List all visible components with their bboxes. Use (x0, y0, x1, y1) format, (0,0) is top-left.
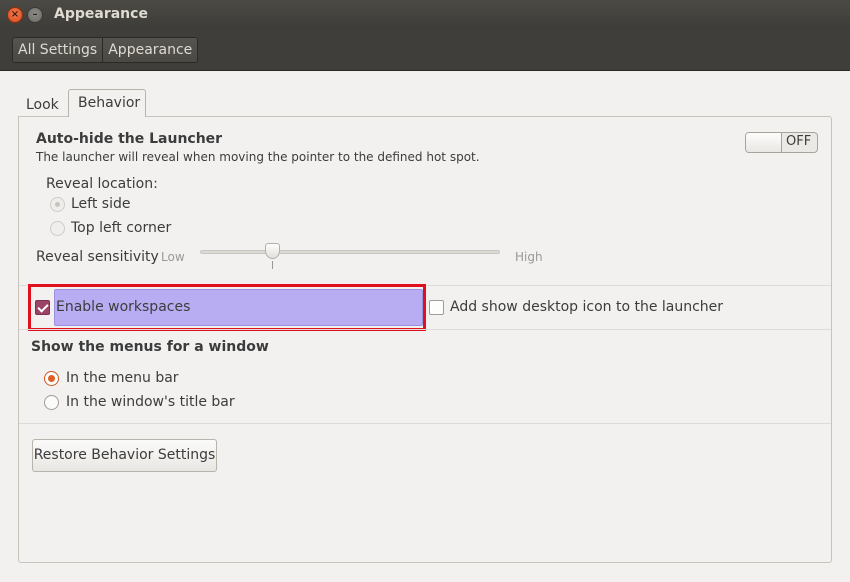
sensitivity-slider[interactable] (200, 250, 500, 254)
close-window-button[interactable]: × (7, 7, 23, 23)
reveal-left-side-radio[interactable] (50, 197, 65, 212)
menus-section-title: Show the menus for a window (31, 339, 269, 355)
sensitivity-high-label: High (515, 250, 543, 264)
reveal-location-label: Reveal location: (46, 176, 158, 192)
breadcrumb: All Settings Appearance (12, 37, 199, 63)
autohide-title: Auto-hide the Launcher (36, 131, 223, 147)
reveal-top-left-label: Top left corner (71, 220, 172, 236)
reveal-left-side-label: Left side (71, 196, 131, 212)
close-icon: × (10, 9, 20, 20)
breadcrumb-all-settings[interactable]: All Settings (13, 38, 103, 62)
slider-tick-mark (272, 261, 273, 269)
autohide-description: The launcher will reveal when moving the… (36, 150, 480, 164)
desktop-icon-label[interactable]: Add show desktop icon to the launcher (450, 299, 723, 315)
breadcrumb-appearance[interactable]: Appearance (102, 38, 198, 62)
autohide-switch[interactable]: OFF (745, 132, 818, 153)
window-titlebar: × – Appearance (0, 0, 850, 30)
window-title: Appearance (54, 6, 148, 22)
desktop-icon-checkbox[interactable] (429, 300, 444, 315)
enable-workspaces-label[interactable]: Enable workspaces (56, 299, 190, 315)
separator (19, 423, 831, 424)
toolbar: All Settings Appearance (0, 30, 850, 71)
title-bar-label[interactable]: In the window's title bar (66, 394, 235, 410)
separator (19, 329, 831, 330)
sensitivity-low-label: Low (161, 250, 185, 264)
switch-knob (746, 133, 782, 152)
sensitivity-slider-thumb[interactable] (265, 243, 280, 259)
menu-bar-label[interactable]: In the menu bar (66, 370, 179, 386)
restore-behavior-settings-button[interactable]: Restore Behavior Settings (32, 439, 217, 472)
enable-workspaces-checkbox[interactable] (35, 300, 50, 315)
switch-label: OFF (786, 134, 812, 149)
minimize-window-button[interactable]: – (27, 7, 43, 23)
minimize-icon: – (32, 9, 38, 20)
tab-behavior[interactable]: Behavior (68, 89, 146, 117)
menu-bar-radio[interactable] (44, 371, 59, 386)
reveal-top-left-radio[interactable] (50, 221, 65, 236)
reveal-sensitivity-label: Reveal sensitivity (36, 249, 159, 265)
title-bar-radio[interactable] (44, 395, 59, 410)
